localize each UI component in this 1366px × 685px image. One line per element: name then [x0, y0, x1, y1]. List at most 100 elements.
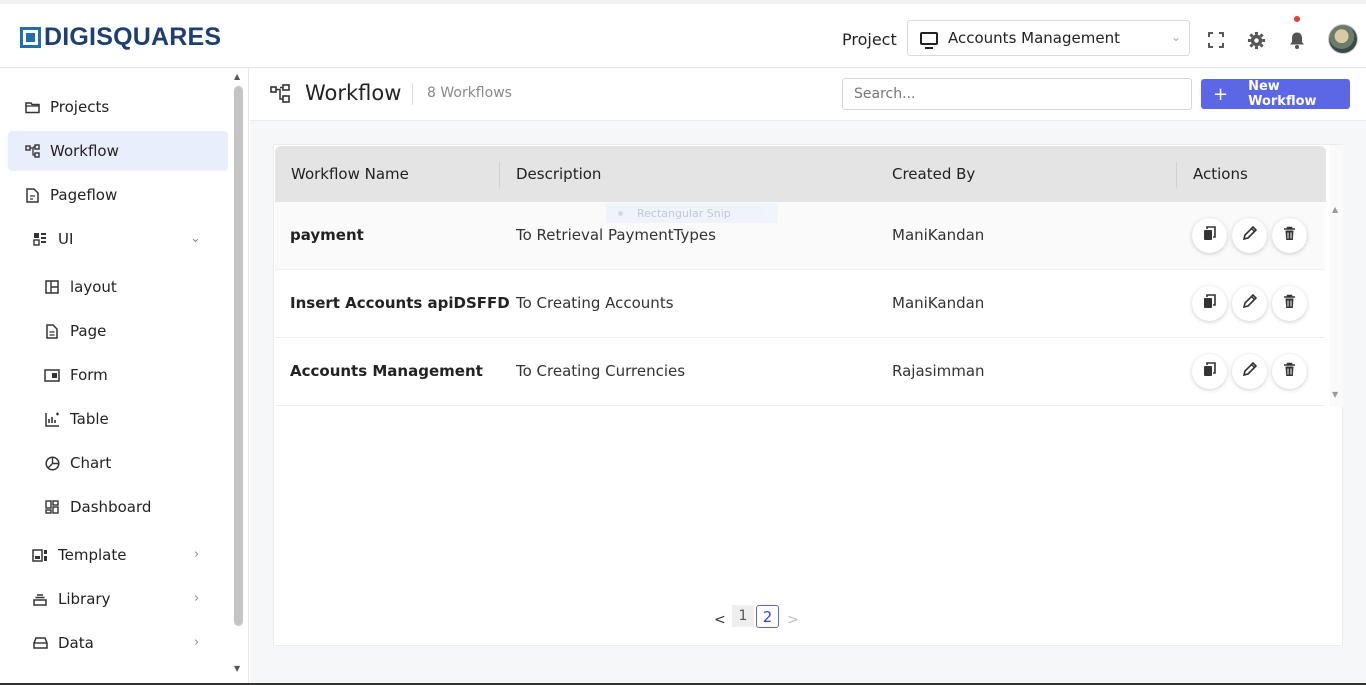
table-row[interactable]: Insert Accounts apiDSFFD To Creating Acc… [275, 270, 1325, 338]
sidebar-item-pageflow[interactable]: Pageflow [24, 175, 117, 215]
library-icon [32, 591, 48, 607]
sidebar-scrollbar[interactable] [234, 86, 243, 626]
search-input[interactable] [842, 78, 1192, 110]
table-scrollbar[interactable]: ▲ ▼ [1330, 145, 1343, 407]
column-divider [1176, 162, 1177, 188]
copy-icon [1203, 294, 1217, 313]
sidebar-item-dashboard[interactable]: Dashboard [44, 487, 151, 527]
sidebar-item-label: Dashboard [70, 498, 152, 516]
edit-icon [1242, 225, 1258, 245]
table-icon [44, 411, 60, 427]
pagination-next-button[interactable]: > [787, 612, 799, 628]
chevron-down-icon[interactable]: ⌄ [190, 231, 201, 246]
page-header: Workflow 8 Workflows + New Workflow [250, 68, 1366, 121]
workflow-count: 8 Workflows [427, 85, 512, 101]
main-content: Workflow 8 Workflows + New Workflow Work… [250, 68, 1366, 685]
workflow-name[interactable]: Insert Accounts apiDSFFD [290, 294, 510, 312]
page-title: Workflow [305, 81, 402, 105]
project-select[interactable]: Accounts Management ⌄ [907, 20, 1190, 56]
delete-icon [1283, 362, 1296, 381]
delete-button[interactable] [1272, 354, 1307, 389]
edit-icon [1242, 361, 1258, 381]
sidebar-item-table[interactable]: Table [44, 399, 109, 439]
pagination-page-1[interactable]: 1 [732, 605, 754, 627]
delete-button[interactable] [1272, 218, 1307, 253]
column-header[interactable]: Workflow Name [291, 165, 409, 183]
scroll-up-arrow[interactable]: ▲ [1332, 205, 1338, 214]
edit-button[interactable] [1232, 218, 1267, 253]
workflow-name[interactable]: payment [290, 226, 364, 244]
column-header[interactable]: Created By [892, 165, 975, 183]
sidebar-item-workflow[interactable]: Workflow [8, 131, 228, 171]
delete-icon [1283, 294, 1296, 313]
column-divider [499, 162, 500, 188]
sidebar-item-projects[interactable]: Projects [24, 87, 109, 127]
chart-icon [44, 455, 60, 471]
sidebar-item-form[interactable]: Form [44, 355, 108, 395]
column-header: Actions [1193, 165, 1248, 183]
sidebar-item-library[interactable]: Library [32, 579, 110, 619]
copy-button[interactable] [1192, 218, 1227, 253]
column-header[interactable]: Description [516, 165, 601, 183]
sidebar-item-label: Page [70, 322, 107, 340]
project-label: Project [842, 30, 897, 49]
template-icon [32, 547, 48, 563]
scroll-up-arrow[interactable]: ▲ [234, 72, 240, 81]
sidebar-item-label: UI [58, 230, 74, 248]
sidebar-item-page[interactable]: Page [44, 311, 106, 351]
pageflow-icon [24, 187, 40, 203]
chevron-right-icon[interactable]: › [194, 635, 199, 650]
folder-icon [24, 99, 40, 115]
sidebar-item-layout[interactable]: layout [44, 267, 117, 307]
new-workflow-button[interactable]: + New Workflow [1201, 79, 1350, 109]
brand-name: DIGISQUARES [44, 22, 222, 51]
scroll-down-arrow[interactable]: ▼ [234, 664, 240, 673]
fullscreen-icon[interactable] [1206, 30, 1226, 50]
copy-button[interactable] [1192, 286, 1227, 321]
workflow-icon [24, 143, 40, 159]
sidebar-item-template[interactable]: Template [32, 535, 126, 575]
ui-icon [32, 231, 48, 247]
copy-button[interactable] [1192, 354, 1227, 389]
bell-icon[interactable] [1287, 30, 1307, 50]
table-row[interactable]: payment To Retrieval PaymentTypes ManiKa… [275, 202, 1325, 270]
workflow-icon [270, 84, 290, 108]
chevron-down-icon: ⌄ [1170, 30, 1181, 44]
chevron-right-icon[interactable]: › [194, 547, 199, 562]
sidebar-item-label: Table [70, 410, 109, 428]
sidebar-item-label: Library [58, 590, 111, 608]
pagination-prev-button[interactable]: < [714, 612, 726, 628]
sidebar-item-data[interactable]: Data [32, 623, 94, 663]
gear-icon[interactable] [1246, 30, 1266, 50]
sidebar: Projects Workflow Pageflow UI ⌄ layout P… [0, 68, 249, 685]
workflow-created-by: ManiKandan [892, 226, 985, 244]
page-icon [44, 323, 60, 339]
sidebar-item-label: Form [70, 366, 108, 384]
snip-label: Rectangular Snip [637, 206, 731, 220]
project-select-value: Accounts Management [948, 29, 1120, 47]
brand-logo[interactable]: DIGISQUARES [20, 22, 222, 51]
copy-icon [1203, 362, 1217, 381]
sidebar-item-label: Workflow [50, 142, 119, 160]
sidebar-item-label: Pageflow [50, 186, 118, 204]
header-divider [412, 83, 413, 105]
sidebar-item-ui[interactable]: UI [32, 219, 73, 259]
edit-button[interactable] [1232, 354, 1267, 389]
edit-button[interactable] [1232, 286, 1267, 321]
scroll-down-arrow[interactable]: ▼ [1332, 390, 1338, 399]
dashboard-icon [44, 499, 60, 515]
workflow-description: To Creating Accounts [516, 294, 674, 312]
chevron-right-icon[interactable]: › [194, 591, 199, 606]
avatar[interactable] [1328, 24, 1358, 54]
data-icon [32, 635, 48, 651]
pagination-page-2-current[interactable]: 2 [756, 605, 779, 628]
sidebar-item-label: Chart [70, 454, 112, 472]
copy-icon [1203, 226, 1217, 245]
sidebar-item-chart[interactable]: Chart [44, 443, 111, 483]
workflow-name[interactable]: Accounts Management [290, 362, 483, 380]
monitor-icon [920, 31, 938, 49]
delete-button[interactable] [1272, 286, 1307, 321]
table-row[interactable]: Accounts Management To Creating Currenci… [275, 338, 1325, 406]
sidebar-item-label: Projects [50, 98, 110, 116]
edit-icon [1242, 293, 1258, 313]
